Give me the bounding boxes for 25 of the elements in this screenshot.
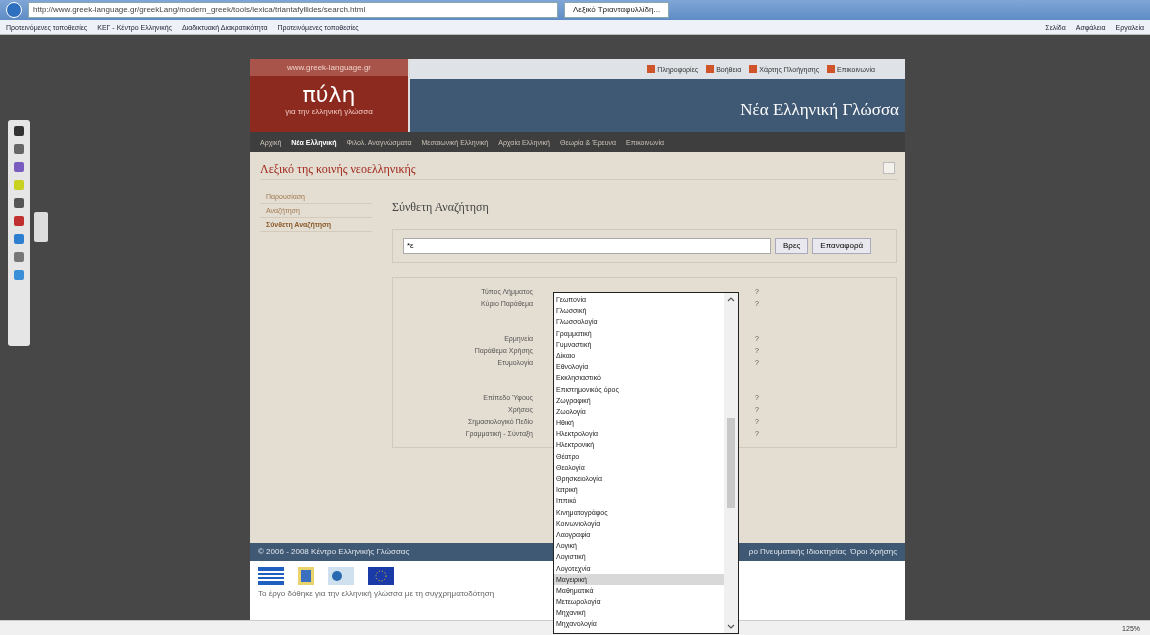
funding-note: Το έργο δόθηκε για την ελληνική γλώσσα με τη συγχρηματοδότηση — [258, 588, 495, 598]
scroll-down-icon[interactable] — [727, 624, 735, 629]
footer-link[interactable]: Όροι Χρήσης — [850, 547, 897, 557]
book-icon — [298, 566, 314, 585]
browser-tab[interactable]: Λεξικό Τριανταφυλλίδη... — [564, 2, 670, 18]
address-field[interactable]: http://www.greek-language.gr/greekLang/modern_greek/tools/lexica/triantafyllides/search.html — [28, 2, 558, 18]
flag-icon — [258, 566, 284, 585]
scrollbar[interactable] — [724, 293, 738, 633]
search-button[interactable]: Επαναφορά — [812, 237, 872, 254]
search-button[interactable]: Βρες — [775, 237, 809, 254]
search-field[interactable]: *ε — [403, 237, 771, 254]
footer-link[interactable]: ρο Πνευματικής Ιδιοκτησίας — [748, 547, 847, 557]
stars-flag-icon — [368, 566, 394, 585]
emblem-icon — [328, 566, 354, 585]
dropdown-list[interactable] — [553, 292, 739, 634]
banner-title: Νέα Ελληνική Γλώσσα — [740, 100, 899, 121]
site-url: www.greek-language.gr — [250, 59, 408, 76]
close-button[interactable] — [883, 161, 895, 174]
site-logo[interactable]: πύλη — [302, 82, 356, 107]
scroll-thumb[interactable] — [727, 418, 735, 508]
scroll-up-icon[interactable] — [727, 297, 735, 302]
back-button[interactable] — [6, 2, 22, 18]
copyright-text: © 2006 - 2008 Κέντρο Ελληνικής Γλώσσας — [258, 547, 410, 557]
page-heading: Σύνθετη Αναζήτηση — [392, 199, 490, 215]
logo-subtitle: για την ελληνική γλώσσα — [285, 107, 373, 116]
